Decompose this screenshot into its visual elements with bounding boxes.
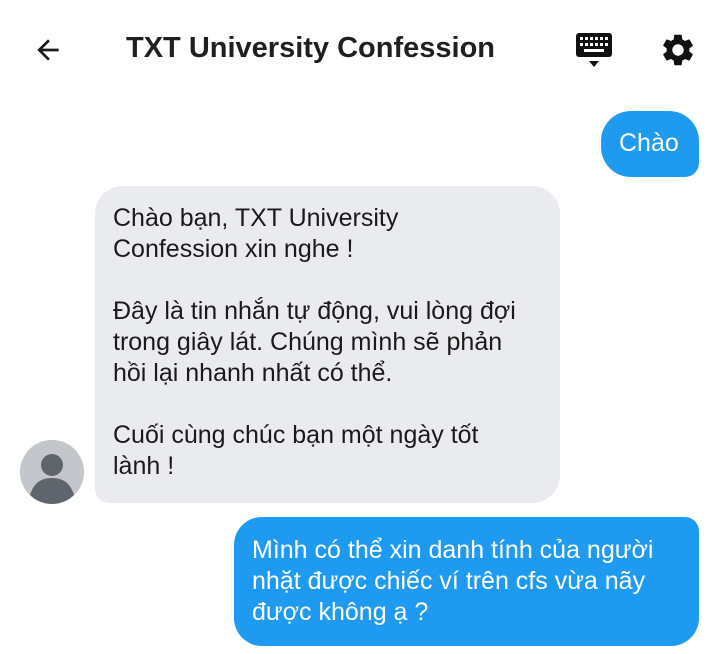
message-bubble-outgoing[interactable]: Chào xyxy=(601,111,699,177)
message-bubble-outgoing[interactable]: Mình có thể xin danh tính của người nhặt… xyxy=(234,517,699,646)
message-bubble-incoming[interactable]: Chào bạn, TXT University Confession xin … xyxy=(95,186,560,503)
keyboard-icon xyxy=(576,33,612,67)
settings-button[interactable] xyxy=(656,28,700,72)
back-button[interactable] xyxy=(28,30,68,70)
page-title: TXT University Confession xyxy=(126,32,496,64)
chat-screen: TXT University Confession Chào Chào bạn,… xyxy=(0,0,720,654)
avatar[interactable] xyxy=(20,440,84,504)
default-avatar-icon xyxy=(20,440,84,504)
gear-icon xyxy=(663,34,693,66)
arrow-left-icon xyxy=(37,39,59,61)
chat-header: TXT University Confession xyxy=(0,0,720,96)
keyboard-button[interactable] xyxy=(572,28,616,72)
